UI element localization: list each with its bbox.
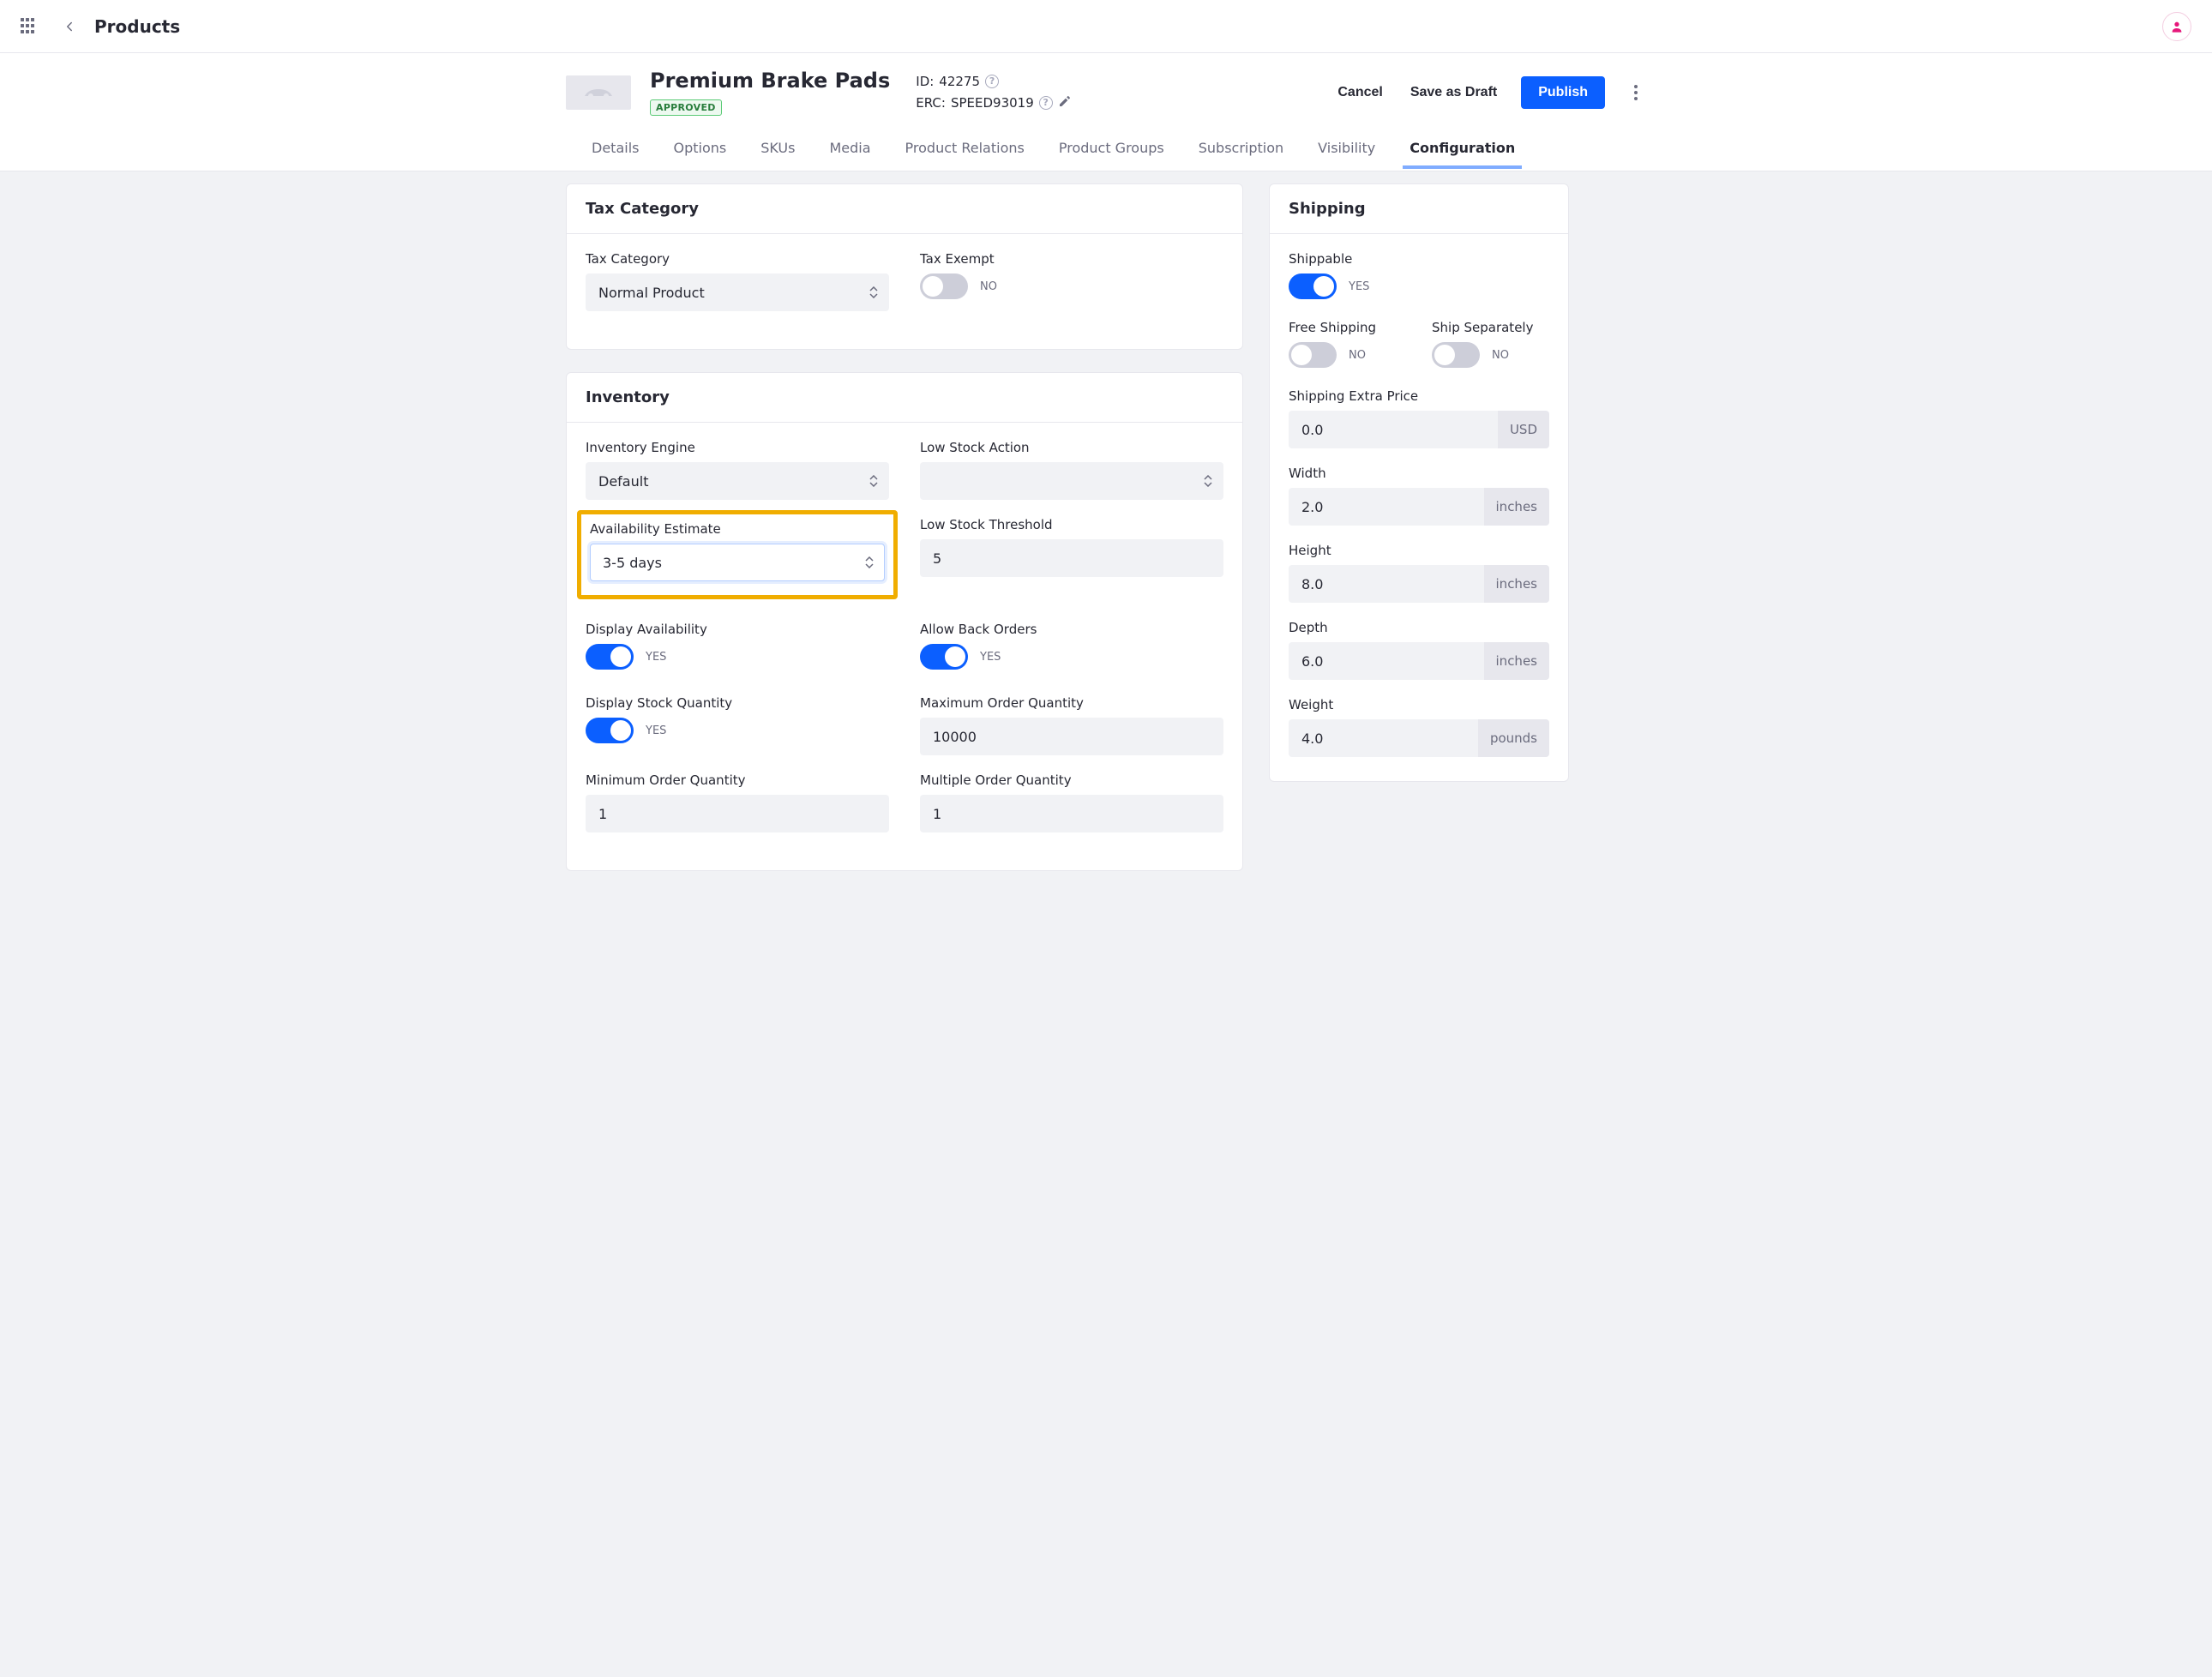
allow-backorders-state: YES [980,651,1001,664]
chevron-updown-icon [865,556,874,568]
free-shipping-state: NO [1349,349,1366,362]
shippable-toggle[interactable] [1289,273,1337,299]
tab-subscription[interactable]: Subscription [1197,129,1285,171]
depth-input[interactable]: 6.0 [1289,642,1484,680]
height-input[interactable]: 8.0 [1289,565,1484,603]
ship-separately-toggle[interactable] [1432,342,1480,368]
chevron-updown-icon [1204,475,1212,487]
display-availability-state: YES [646,651,666,664]
display-availability-label: Display Availability [586,622,889,637]
tax-category-card: Tax Category Tax Category Normal Product [566,183,1243,350]
publish-button[interactable]: Publish [1521,76,1605,109]
min-order-label: Minimum Order Quantity [586,772,889,788]
tab-skus[interactable]: SKUs [759,129,796,171]
back-arrow-icon[interactable] [62,19,77,34]
tab-groups[interactable]: Product Groups [1057,129,1166,171]
depth-label: Depth [1289,620,1549,635]
chevron-updown-icon [869,475,878,487]
status-badge: APPROVED [650,99,722,116]
extra-price-input[interactable]: 0.0 [1289,411,1498,448]
tab-options[interactable]: Options [671,129,728,171]
user-avatar[interactable] [2162,12,2191,41]
product-thumbnail [566,75,631,110]
tab-configuration[interactable]: Configuration [1408,129,1517,171]
low-stock-threshold-input[interactable]: 5 [920,539,1223,577]
inventory-engine-label: Inventory Engine [586,440,889,455]
erc-label: ERC: [916,95,946,111]
shipping-card-title: Shipping [1289,200,1549,218]
allow-backorders-label: Allow Back Orders [920,622,1223,637]
inventory-engine-value: Default [598,473,648,490]
weight-input[interactable]: 4.0 [1289,719,1478,757]
low-stock-action-select[interactable] [920,462,1223,500]
inventory-card: Inventory Inventory Engine Default [566,372,1243,871]
height-label: Height [1289,543,1549,558]
display-stock-state: YES [646,724,666,737]
width-label: Width [1289,466,1549,481]
tab-visibility[interactable]: Visibility [1316,129,1377,171]
tab-details[interactable]: Details [590,129,640,171]
availability-estimate-select[interactable]: 3-5 days [590,544,885,581]
availability-estimate-value: 3-5 days [603,555,662,571]
allow-backorders-toggle[interactable] [920,644,968,670]
tax-exempt-state: NO [980,280,997,293]
product-header: Premium Brake Pads APPROVED ID: 42275 ? … [566,53,1646,124]
tax-category-value: Normal Product [598,285,705,301]
tax-card-title: Tax Category [586,200,1223,218]
tax-exempt-toggle[interactable] [920,273,968,299]
weight-label: Weight [1289,697,1549,712]
tax-exempt-label: Tax Exempt [920,251,1223,267]
topbar: Products [0,0,2212,53]
mult-order-label: Multiple Order Quantity [920,772,1223,788]
tabs: Details Options SKUs Media Product Relations… [0,124,2212,171]
info-icon[interactable]: ? [985,75,999,88]
id-label: ID: [916,74,934,89]
erc-value: SPEED93019 [951,95,1034,111]
low-stock-action-label: Low Stock Action [920,440,1223,455]
mult-order-input[interactable]: 1 [920,795,1223,832]
shippable-state: YES [1349,280,1369,293]
tab-media[interactable]: Media [827,129,872,171]
extra-price-label: Shipping Extra Price [1289,388,1549,404]
max-order-label: Maximum Order Quantity [920,695,1223,711]
info-icon[interactable]: ? [1039,96,1053,110]
edit-erc-icon[interactable] [1058,94,1072,111]
save-draft-button[interactable]: Save as Draft [1407,78,1500,107]
breadcrumb[interactable]: Products [94,16,180,37]
shippable-label: Shippable [1289,251,1549,267]
min-order-input[interactable]: 1 [586,795,889,832]
more-actions-icon[interactable] [1626,85,1646,100]
tab-relations[interactable]: Product Relations [904,129,1026,171]
weight-unit: pounds [1478,719,1549,757]
extra-price-unit: USD [1498,411,1549,448]
free-shipping-label: Free Shipping [1289,320,1406,335]
cancel-button[interactable]: Cancel [1334,78,1386,107]
display-availability-toggle[interactable] [586,644,634,670]
inventory-card-title: Inventory [586,388,1223,406]
chevron-updown-icon [869,286,878,298]
low-stock-threshold-label: Low Stock Threshold [920,517,1223,532]
display-stock-toggle[interactable] [586,718,634,743]
ship-separately-state: NO [1492,349,1509,362]
free-shipping-toggle[interactable] [1289,342,1337,368]
apps-grid-icon[interactable] [21,18,38,35]
width-input[interactable]: 2.0 [1289,488,1484,526]
inventory-engine-select[interactable]: Default [586,462,889,500]
id-value: 42275 [939,74,980,89]
availability-estimate-highlight: Availability Estimate 3-5 days [577,510,898,599]
tax-category-label: Tax Category [586,251,889,267]
ship-separately-label: Ship Separately [1432,320,1549,335]
availability-estimate-label: Availability Estimate [590,521,885,537]
display-stock-label: Display Stock Quantity [586,695,889,711]
tax-category-select[interactable]: Normal Product [586,273,889,311]
depth-unit: inches [1484,642,1549,680]
width-unit: inches [1484,488,1549,526]
product-title: Premium Brake Pads [650,69,890,93]
shipping-card: Shipping Shippable YES Free Shipping [1269,183,1569,782]
height-unit: inches [1484,565,1549,603]
max-order-input[interactable]: 10000 [920,718,1223,755]
